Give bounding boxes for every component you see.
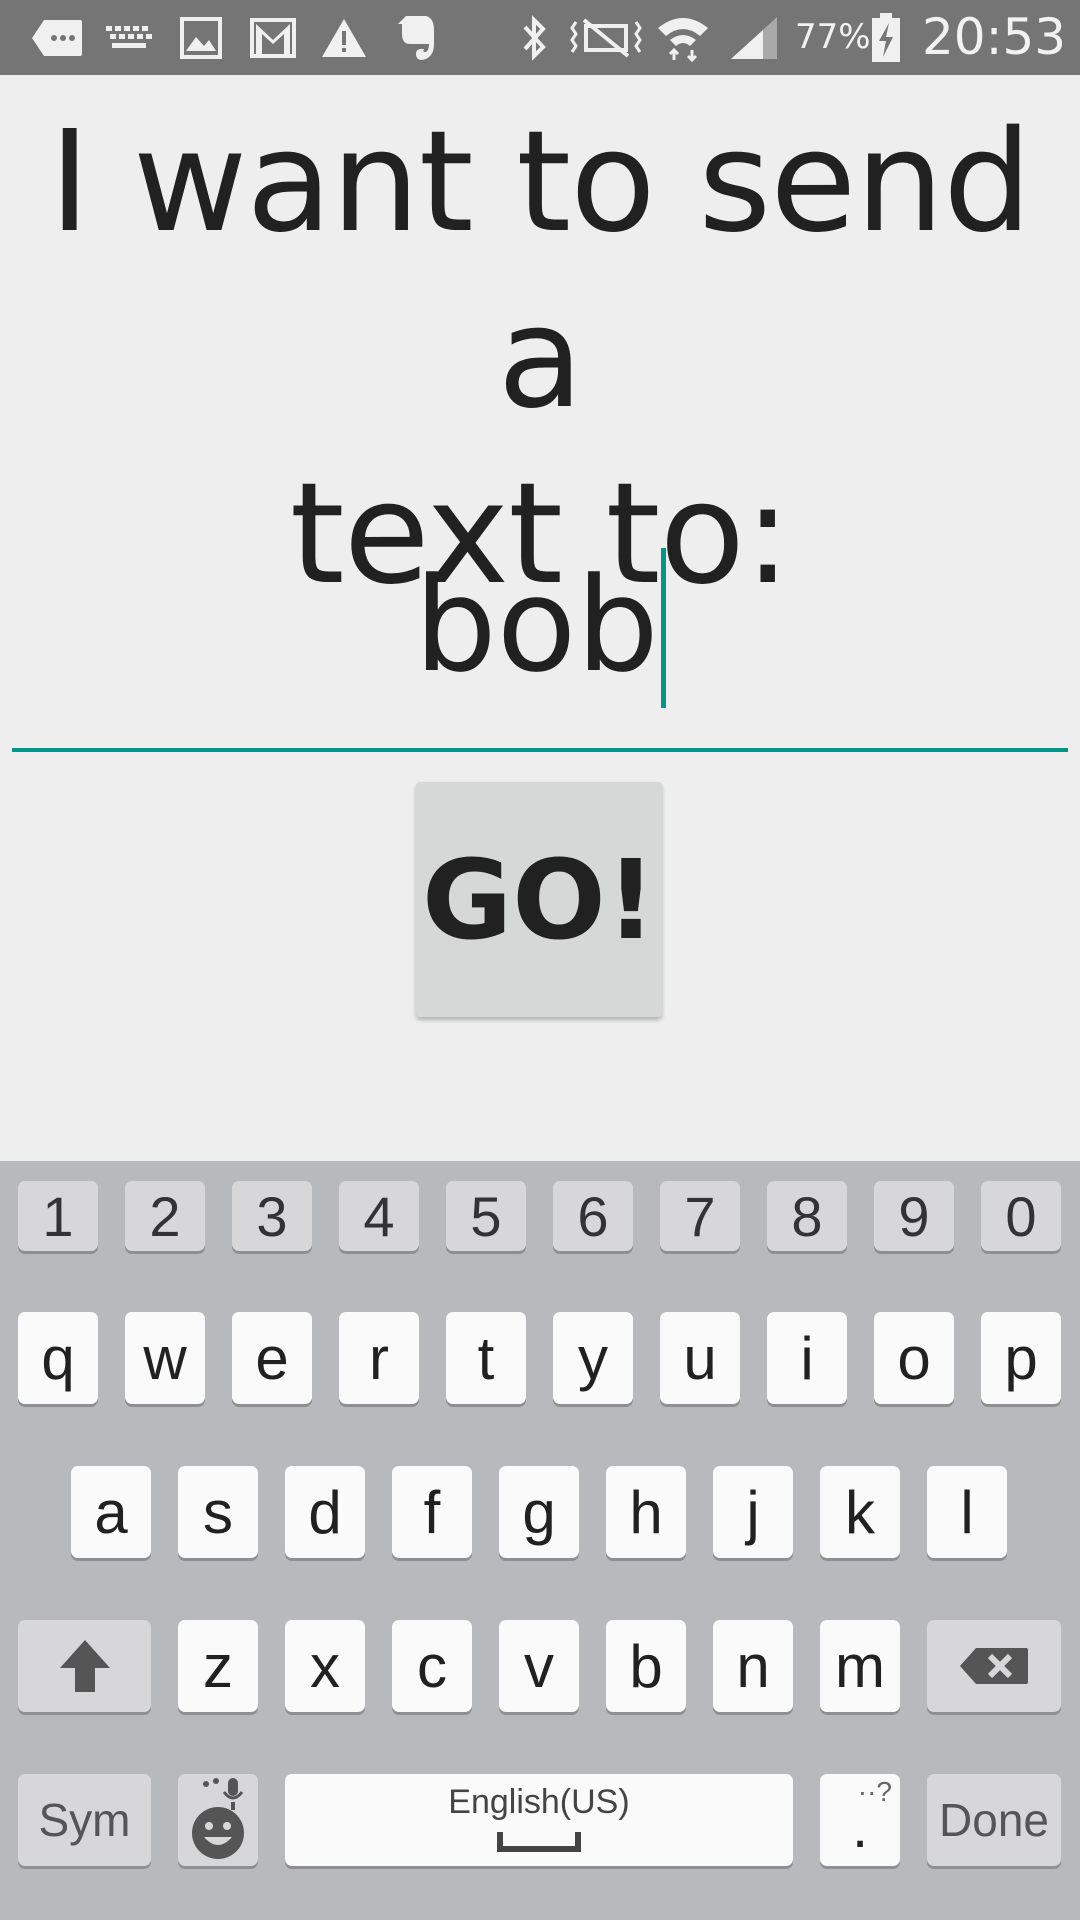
smiley-icon	[192, 1807, 244, 1859]
key-s[interactable]: s	[178, 1466, 258, 1558]
key-j[interactable]: j	[713, 1466, 793, 1558]
key-6[interactable]: 6	[553, 1181, 633, 1251]
evernote-icon	[396, 12, 438, 64]
done-key[interactable]: Done	[927, 1774, 1061, 1866]
key-o[interactable]: o	[874, 1312, 954, 1404]
prompt-line-1: I want to send a	[49, 101, 1032, 440]
signal-icon	[728, 12, 780, 64]
input-underline	[12, 748, 1068, 752]
key-e[interactable]: e	[232, 1312, 312, 1404]
space-key-language-label: English(US)	[448, 1782, 630, 1821]
mic-icon	[203, 1778, 244, 1810]
key-9[interactable]: 9	[874, 1181, 954, 1251]
keyboard-icon	[106, 12, 152, 64]
warning-icon	[320, 12, 368, 64]
key-r[interactable]: r	[339, 1312, 419, 1404]
key-w[interactable]: w	[125, 1312, 205, 1404]
key-t[interactable]: t	[446, 1312, 526, 1404]
go-button[interactable]: GO!	[416, 782, 662, 1017]
space-bar-icon	[497, 1831, 581, 1852]
key-8[interactable]: 8	[767, 1181, 847, 1251]
key-n[interactable]: n	[713, 1620, 793, 1712]
key-4[interactable]: 4	[339, 1181, 419, 1251]
image-icon	[180, 12, 222, 64]
key-g[interactable]: g	[499, 1466, 579, 1558]
key-z[interactable]: z	[178, 1620, 258, 1712]
soft-keyboard: 1 2 3 4 5 6 7 8 9 0 q w e r t y u i o p …	[0, 1161, 1080, 1920]
key-m[interactable]: m	[820, 1620, 900, 1712]
wifi-icon	[656, 12, 710, 64]
recipient-text: bob	[414, 549, 659, 701]
done-key-label: Done	[939, 1794, 1049, 1846]
status-bar: 77% 20:53	[0, 0, 1080, 75]
key-d[interactable]: d	[285, 1466, 365, 1558]
key-q[interactable]: q	[18, 1312, 98, 1404]
key-2[interactable]: 2	[125, 1181, 205, 1251]
key-c[interactable]: c	[392, 1620, 472, 1712]
text-cursor	[660, 548, 666, 708]
key-p[interactable]: p	[981, 1312, 1061, 1404]
shift-key[interactable]	[18, 1620, 151, 1712]
key-l[interactable]: l	[927, 1466, 1007, 1558]
period-key-hint: ··?	[857, 1776, 892, 1807]
clock: 20:53	[922, 8, 1067, 66]
period-key[interactable]: ··? .	[820, 1774, 900, 1866]
sym-key-label: Sym	[38, 1794, 131, 1846]
backspace-key[interactable]	[927, 1620, 1061, 1712]
bluetooth-icon	[516, 12, 552, 64]
key-k[interactable]: k	[820, 1466, 900, 1558]
key-v[interactable]: v	[499, 1620, 579, 1712]
key-u[interactable]: u	[660, 1312, 740, 1404]
shift-arrow-icon	[59, 1640, 110, 1692]
battery-percent: 77%	[795, 17, 871, 57]
message-icon	[30, 12, 84, 64]
key-b[interactable]: b	[606, 1620, 686, 1712]
key-5[interactable]: 5	[446, 1181, 526, 1251]
recipient-input-value[interactable]: bob	[12, 540, 1068, 710]
key-x[interactable]: x	[285, 1620, 365, 1712]
battery-charging-icon	[870, 12, 902, 64]
key-3[interactable]: 3	[232, 1181, 312, 1251]
key-h[interactable]: h	[606, 1466, 686, 1558]
key-f[interactable]: f	[392, 1466, 472, 1558]
key-0[interactable]: 0	[981, 1181, 1061, 1251]
space-key[interactable]: English(US)	[285, 1774, 793, 1866]
key-1[interactable]: 1	[18, 1181, 98, 1251]
gmail-icon	[250, 12, 296, 64]
backspace-icon	[960, 1648, 1028, 1684]
key-7[interactable]: 7	[660, 1181, 740, 1251]
key-a[interactable]: a	[71, 1466, 151, 1558]
vibrate-mute-icon	[570, 12, 642, 64]
key-i[interactable]: i	[767, 1312, 847, 1404]
emoji-key[interactable]	[178, 1774, 258, 1866]
recipient-input[interactable]: bob	[12, 500, 1068, 752]
sym-key[interactable]: Sym	[18, 1774, 151, 1866]
key-y[interactable]: y	[553, 1312, 633, 1404]
